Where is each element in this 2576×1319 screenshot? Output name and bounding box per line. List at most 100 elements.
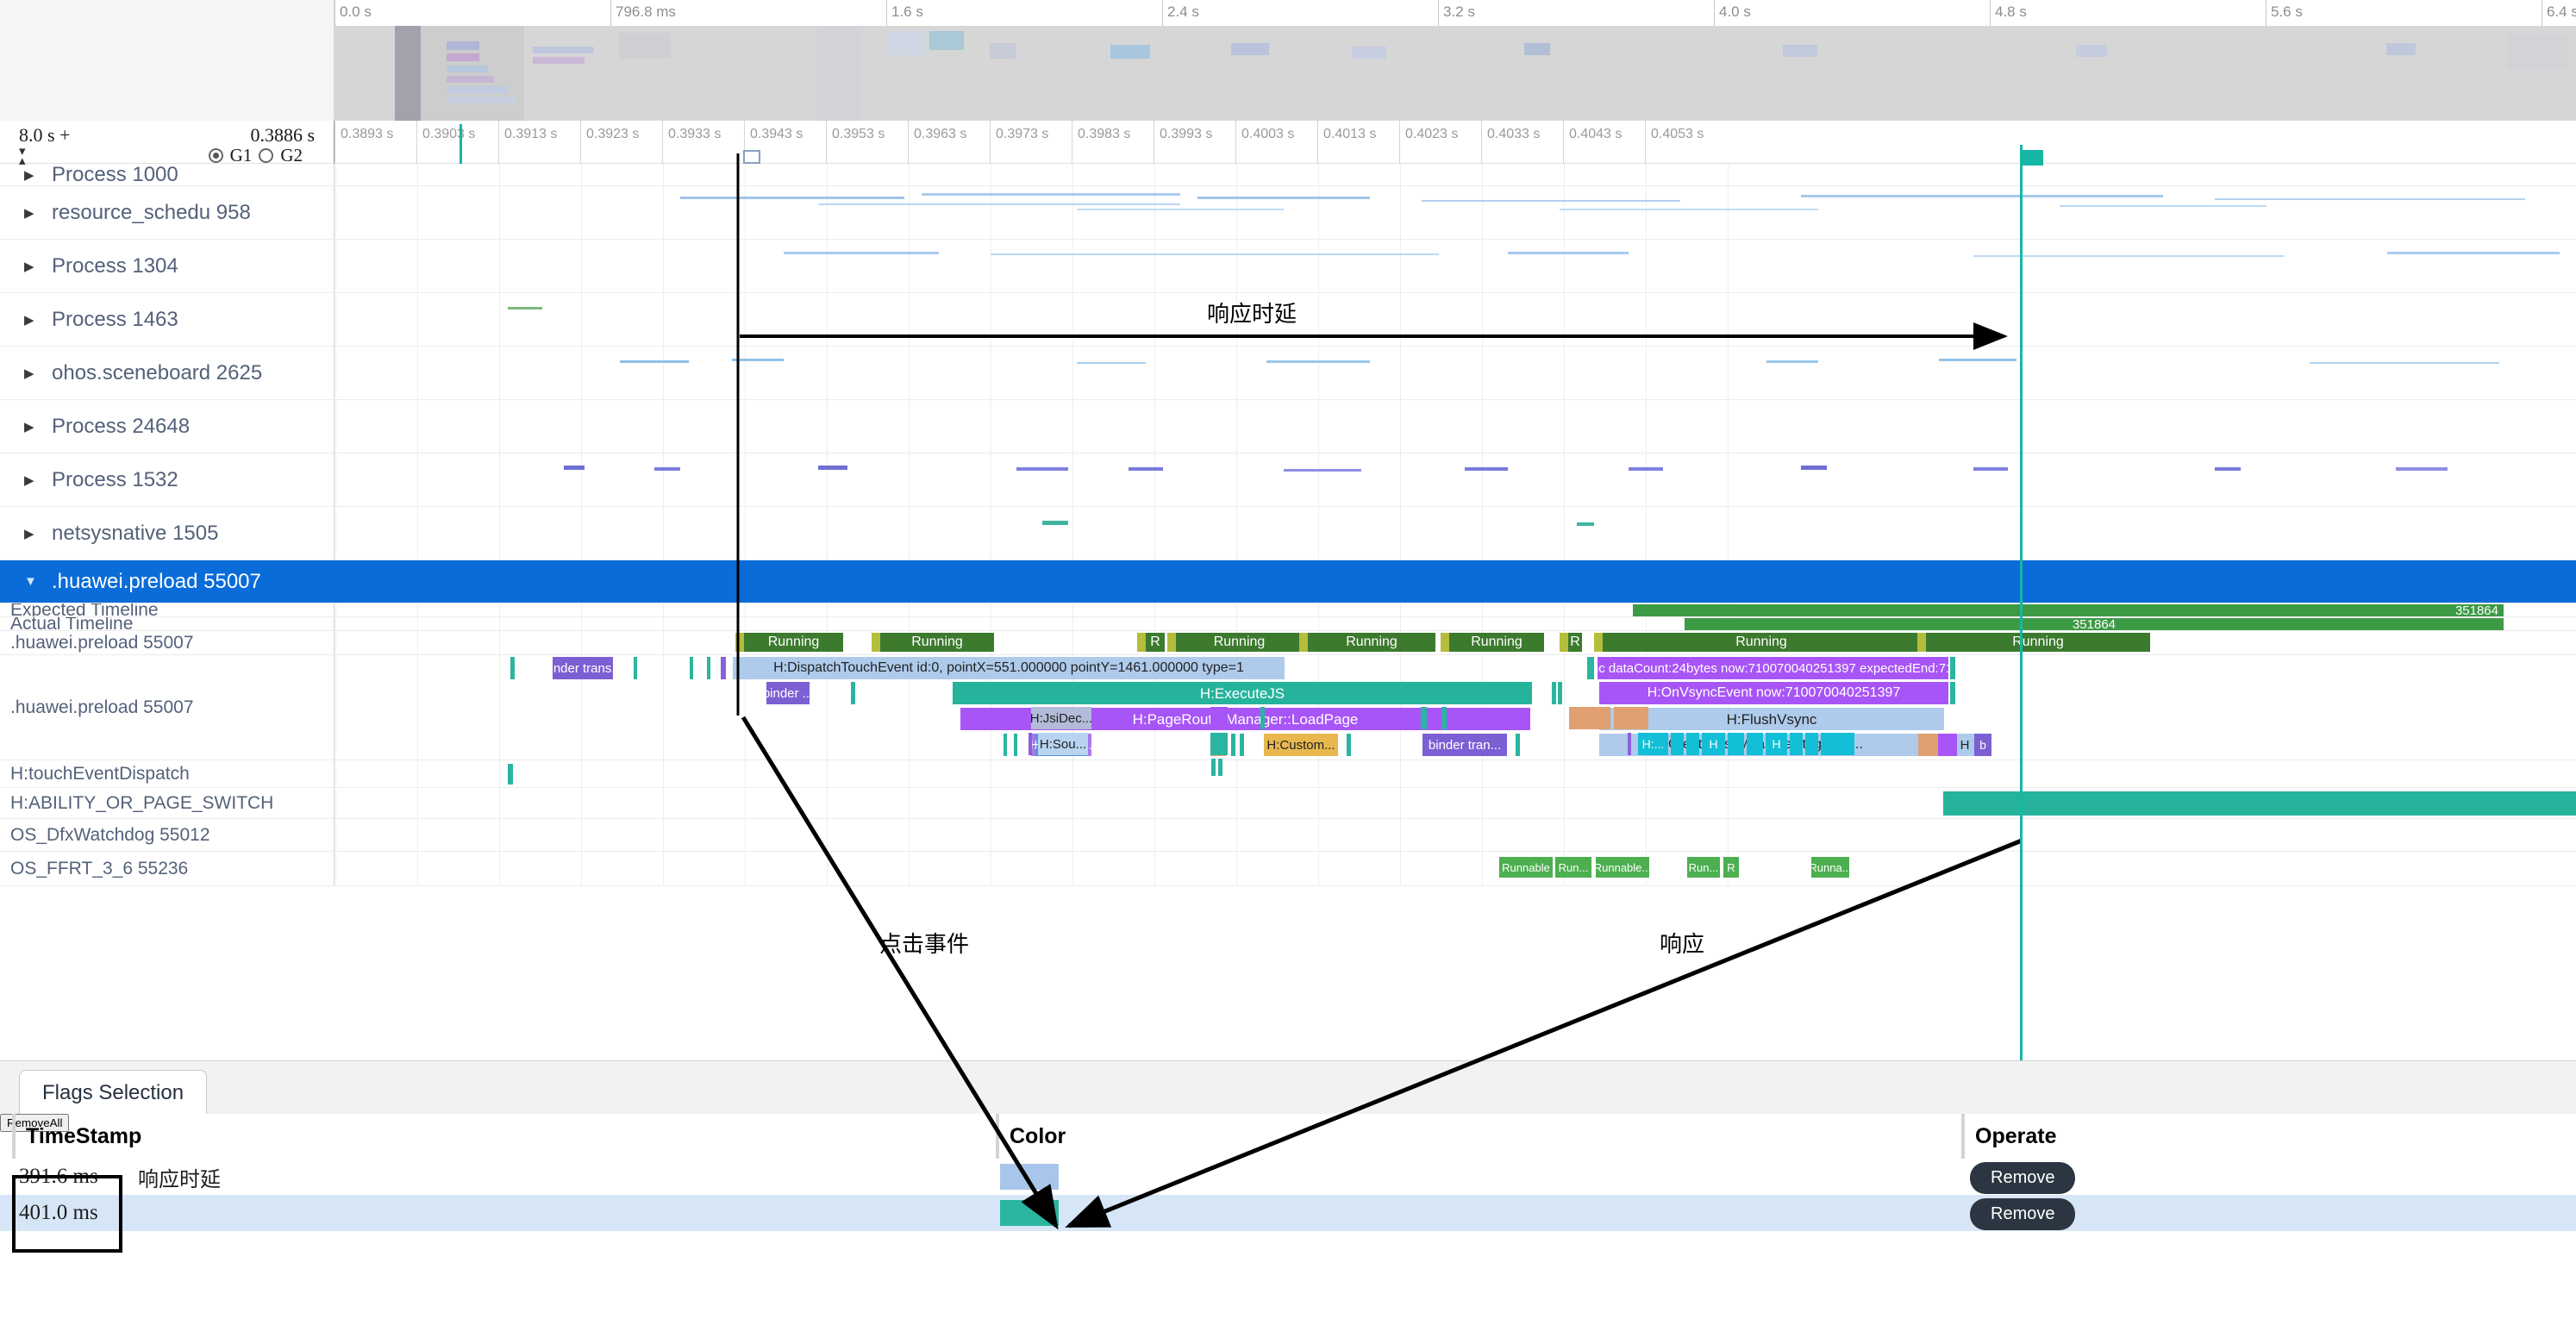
tick-slice[interactable] xyxy=(1421,707,1427,729)
running-slice[interactable]: Running xyxy=(1176,633,1303,652)
cyan-slice[interactable] xyxy=(1671,733,1684,755)
mini-slice[interactable] xyxy=(2215,467,2241,471)
chevron-right-icon[interactable]: ▶ xyxy=(24,312,43,328)
flag-row[interactable]: 391.6 ms响应时延Remove xyxy=(0,1159,2576,1195)
chevron-right-icon[interactable]: ▶ xyxy=(24,259,43,274)
tick-slice[interactable] xyxy=(634,657,637,679)
process-row-label[interactable]: ▶ohos.sceneboard 2625 xyxy=(0,347,335,399)
tick-slice[interactable] xyxy=(690,657,693,679)
mini-slice[interactable] xyxy=(1973,467,2008,471)
runnable-slice[interactable]: Runnable... xyxy=(1596,857,1649,878)
cursor-flag-icon[interactable] xyxy=(2023,150,2043,166)
small-purple-slice[interactable] xyxy=(1210,707,1228,729)
chevron-right-icon[interactable]: ▶ xyxy=(24,366,43,381)
remove-button[interactable]: Remove xyxy=(1970,1162,2075,1194)
sidebar-row-1[interactable]: ▶resource_schedu 958 xyxy=(0,186,2576,240)
tick-slice[interactable] xyxy=(1628,733,1631,755)
running-slice[interactable]: Running xyxy=(880,633,994,652)
process-row-track[interactable] xyxy=(335,347,2576,399)
timeline-row-track[interactable]: H:ABILITY_OR_PAGE_SWITCH xyxy=(335,788,2576,818)
timeline-row[interactable]: Expected Timeline351864 xyxy=(0,603,2576,617)
mini-slice[interactable] xyxy=(1508,252,1629,254)
mini-slice[interactable] xyxy=(1042,521,1068,525)
process-row-track[interactable] xyxy=(335,400,2576,453)
process-row-track[interactable] xyxy=(335,186,2576,239)
mini-slice[interactable] xyxy=(1197,197,1370,199)
timeline-row-track[interactable] xyxy=(335,760,2576,787)
running-slice[interactable]: R xyxy=(1568,633,1582,652)
mini-slice[interactable] xyxy=(1077,362,1146,364)
mini-slice[interactable] xyxy=(1266,360,1370,363)
running-slice[interactable]: Running xyxy=(744,633,843,652)
mini-slice[interactable] xyxy=(620,360,689,363)
touch-event-tick[interactable] xyxy=(508,764,513,785)
timeline-row[interactable]: H:touchEventDispatch xyxy=(0,760,2576,788)
mini-slice[interactable] xyxy=(1801,466,1827,470)
mini-slice[interactable] xyxy=(508,307,542,309)
sidebar-row-8[interactable]: ▼.huawei.preload 55007 xyxy=(0,560,2576,603)
tick-slice[interactable] xyxy=(1552,682,1556,704)
timeline-row[interactable]: Actual Timeline351864 xyxy=(0,617,2576,631)
mini-slice[interactable] xyxy=(818,203,1180,205)
chevron-right-icon[interactable]: ▶ xyxy=(24,167,43,183)
cyan-slice[interactable]: H:... xyxy=(1638,733,1668,755)
timeline-row-track[interactable]: RunnableRun...Runnable...Run...RRunna... xyxy=(335,852,2576,885)
sidebar-row-2[interactable]: ▶Process 1304 xyxy=(0,240,2576,293)
receive-vsync-slice[interactable]: H:ReceiveVsync dataCount:24bytes now:710… xyxy=(1597,657,1948,679)
remove-button[interactable]: Remove xyxy=(1970,1198,2075,1230)
collapse-chevrons[interactable]: ▾ ▴ xyxy=(19,147,26,166)
mini-slice[interactable] xyxy=(1129,467,1163,471)
tick-slice[interactable] xyxy=(1558,682,1562,704)
process-row-label[interactable]: ▶Process 1000 xyxy=(0,164,335,185)
jsi-dec-2-slice[interactable]: H:JsiDec... xyxy=(1031,707,1091,729)
ability-page-switch-slice[interactable]: H:ABILITY_OR_PAGE_SWITCH xyxy=(1943,791,2576,816)
mini-slice[interactable] xyxy=(732,359,784,361)
mini-slice[interactable] xyxy=(2396,467,2448,471)
process-row-track[interactable] xyxy=(335,293,2576,346)
mini-slice[interactable] xyxy=(654,467,680,471)
tick-slice[interactable] xyxy=(1441,707,1447,729)
marker-flag-icon[interactable] xyxy=(743,150,760,164)
timeline-row-track[interactable] xyxy=(335,819,2576,851)
chevron-right-icon[interactable]: ▶ xyxy=(24,526,43,541)
running-slice[interactable]: R xyxy=(1146,633,1165,652)
time-cursor-line[interactable] xyxy=(2020,145,2023,1060)
mini-slice[interactable] xyxy=(1422,200,1680,202)
actual-timeline-bar[interactable]: 351864 xyxy=(1685,618,2504,630)
running-pre[interactable] xyxy=(1560,633,1568,652)
mini-slice[interactable] xyxy=(1766,360,1818,363)
sidebar-row-4[interactable]: ▶ohos.sceneboard 2625 xyxy=(0,347,2576,400)
tick-slice[interactable] xyxy=(1950,682,1955,704)
runnable-slice[interactable]: Run... xyxy=(1555,857,1591,878)
cyan-slice[interactable] xyxy=(1821,733,1854,755)
cyan-slice[interactable] xyxy=(1686,733,1699,755)
mini-slice[interactable] xyxy=(1560,209,1818,210)
mini-slice[interactable] xyxy=(2060,205,2267,207)
runnable-slice[interactable]: Runna... xyxy=(1811,857,1849,878)
cyan-slice[interactable] xyxy=(1728,733,1744,755)
timeline-row-track[interactable]: 351864 xyxy=(335,617,2576,630)
chevron-right-icon[interactable]: ▶ xyxy=(24,205,43,221)
tick-slice[interactable] xyxy=(707,657,710,679)
process-row-label[interactable]: ▶resource_schedu 958 xyxy=(0,186,335,239)
orange-slice[interactable] xyxy=(1614,707,1648,729)
mini-slice[interactable] xyxy=(2310,362,2499,364)
binder-short-slice[interactable]: binder ... xyxy=(766,682,810,704)
running-pre[interactable] xyxy=(1167,633,1176,652)
mini-slice[interactable] xyxy=(818,466,847,470)
overview-minimap[interactable] xyxy=(335,26,2576,121)
mini-slice[interactable] xyxy=(1577,522,1594,526)
mini-slice[interactable] xyxy=(991,253,1439,255)
mini-slice[interactable] xyxy=(1629,467,1663,471)
sidebar-row-0[interactable]: ▶Process 1000 xyxy=(0,164,2576,186)
tab-flags-selection[interactable]: Flags Selection xyxy=(19,1070,207,1116)
process-row-track[interactable] xyxy=(335,164,2576,185)
chevron-down-icon[interactable]: ▼ xyxy=(24,574,43,589)
timeline-row[interactable]: OS_FFRT_3_6 55236RunnableRun...Runnable.… xyxy=(0,852,2576,886)
detail-ruler[interactable]: 0.3893 s0.3903 s0.3913 s0.3923 s0.3933 s… xyxy=(335,121,2576,164)
runnable-slice[interactable]: Run... xyxy=(1687,857,1720,878)
chevron-right-icon[interactable]: ▶ xyxy=(24,472,43,488)
flag-color-swatch[interactable] xyxy=(1000,1200,1059,1226)
chevron-right-icon[interactable]: ▶ xyxy=(24,419,43,434)
running-pre[interactable] xyxy=(1594,633,1603,652)
